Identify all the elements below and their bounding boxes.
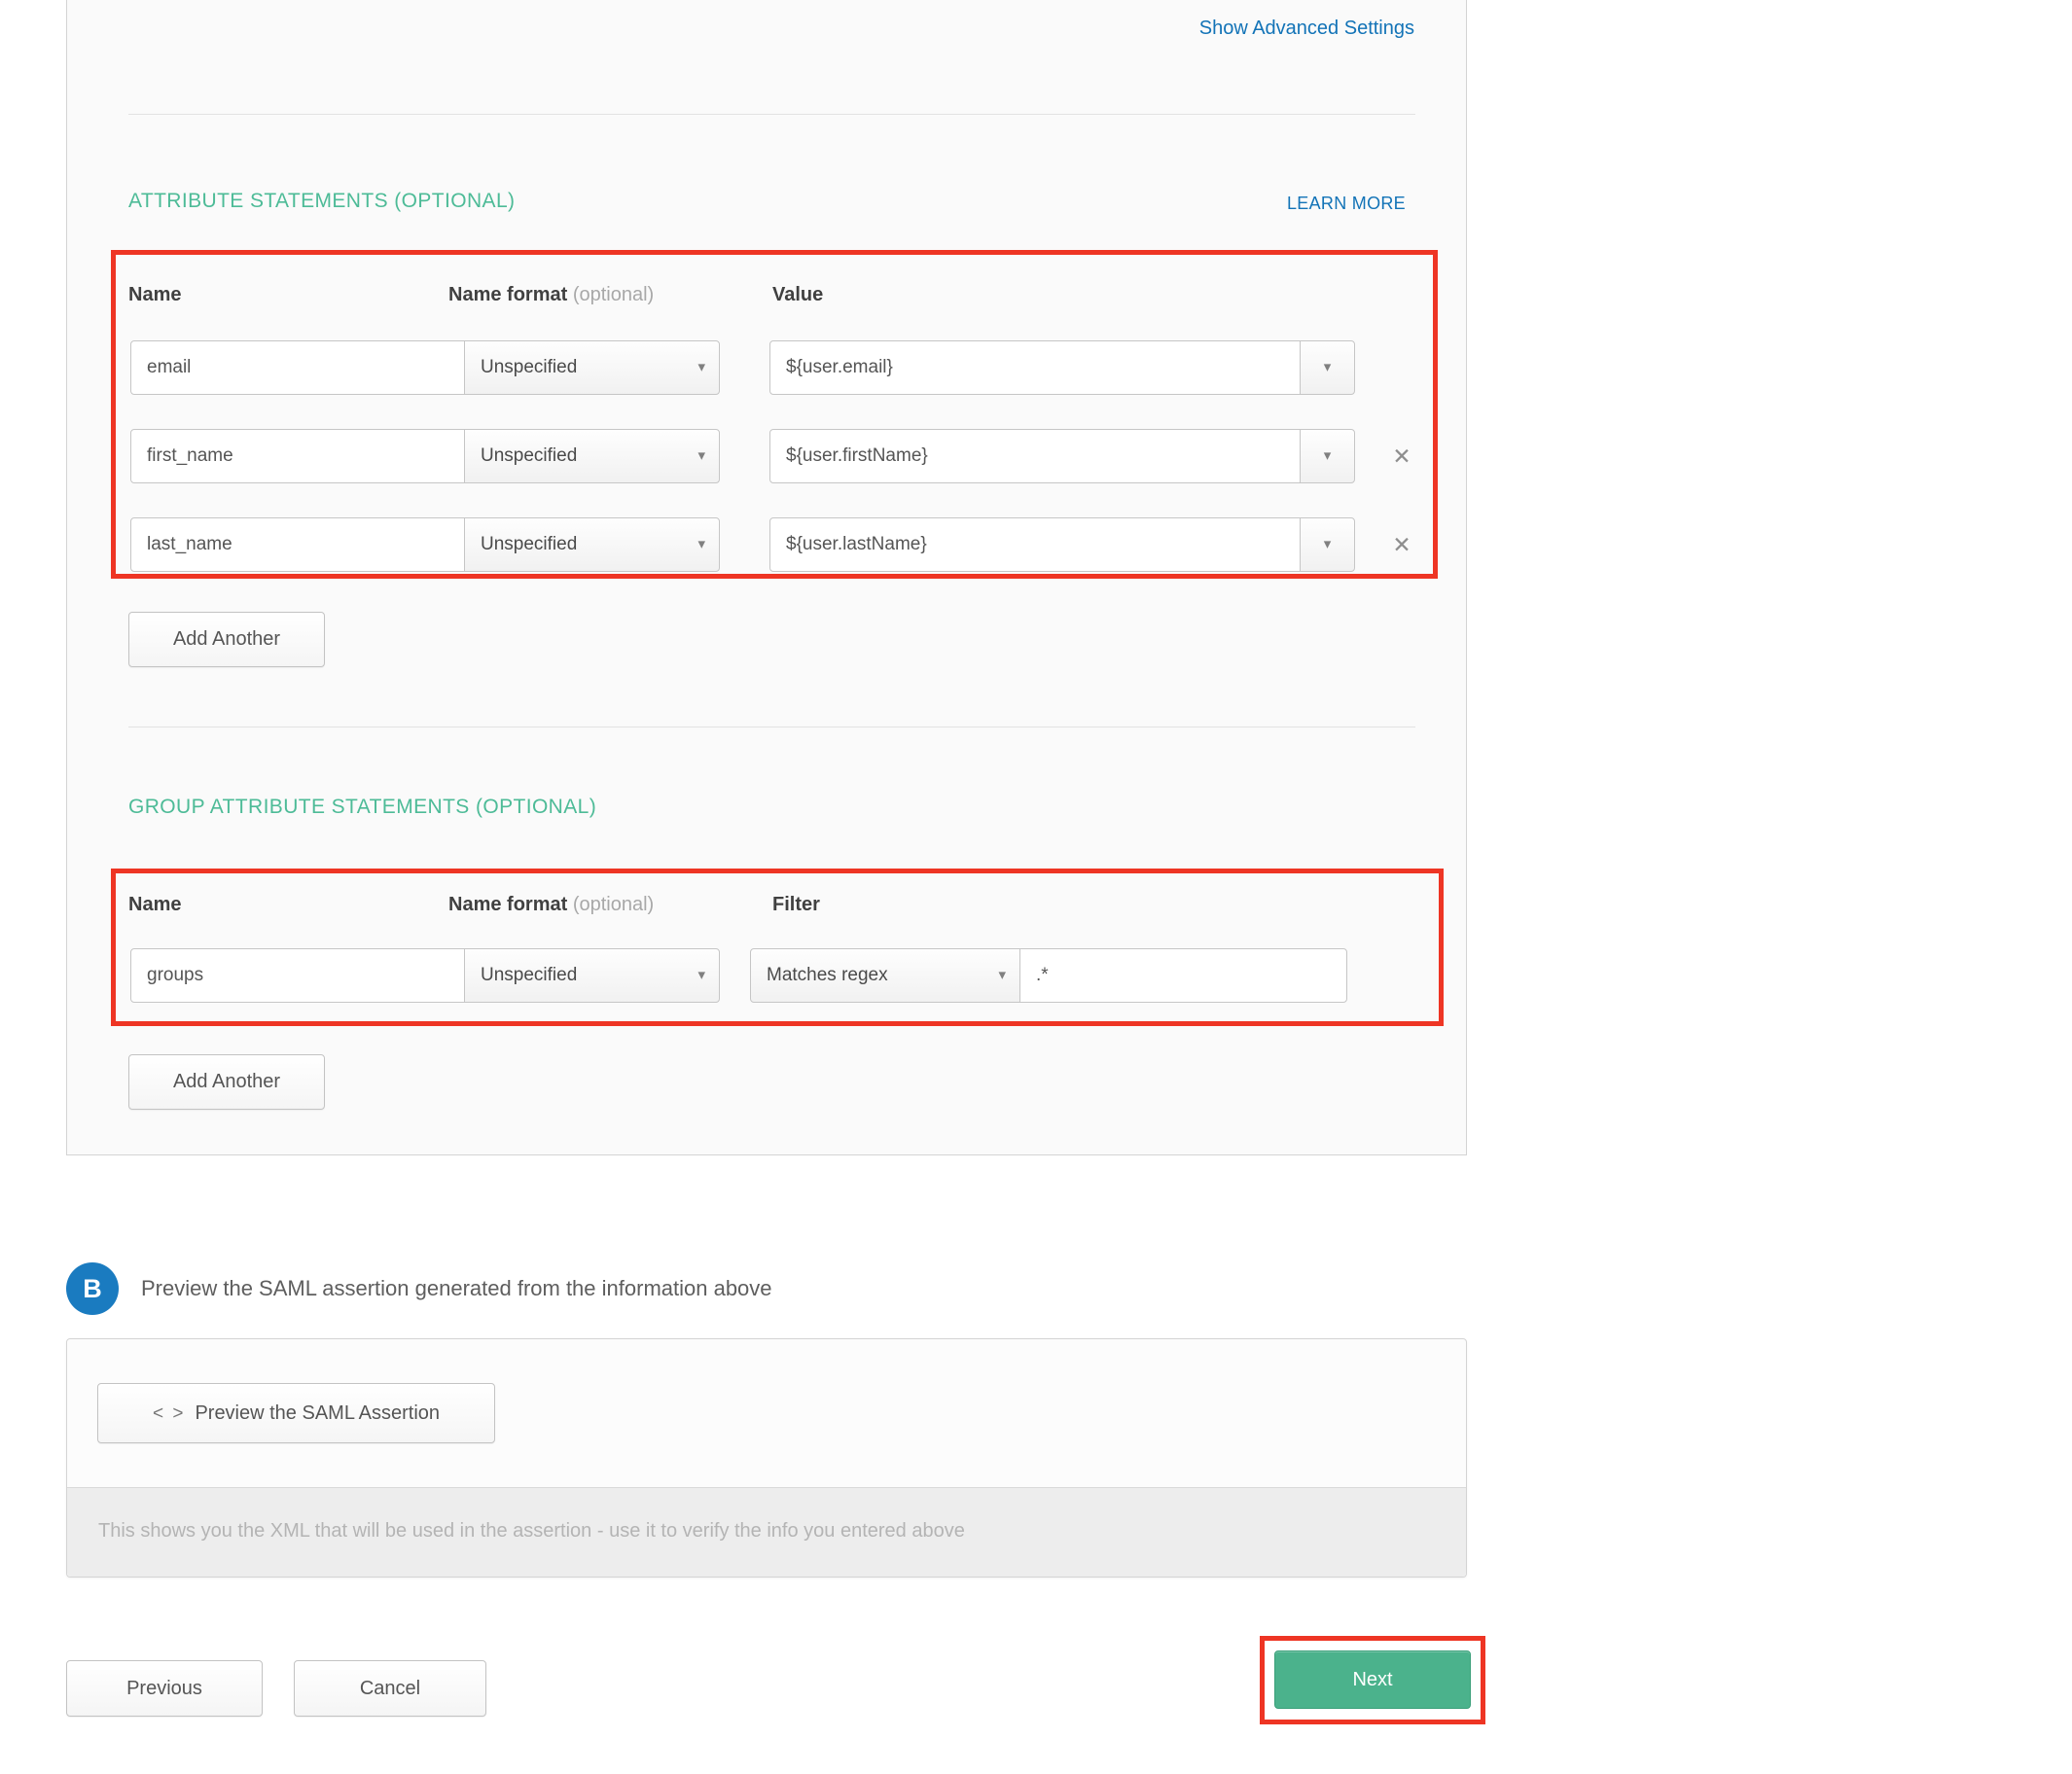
- attribute-value-input[interactable]: [769, 340, 1301, 395]
- name-format-select[interactable]: Unspecified ▾: [464, 340, 720, 395]
- chevron-down-icon: ▾: [697, 518, 705, 571]
- attribute-name-input[interactable]: [130, 340, 465, 395]
- name-format-selected-value: Unspecified: [481, 357, 577, 377]
- chevron-down-icon: ▾: [697, 949, 705, 1002]
- preview-saml-assertion-button[interactable]: < > Preview the SAML Assertion: [97, 1383, 495, 1443]
- preview-panel: < > Preview the SAML Assertion This shows…: [66, 1338, 1467, 1578]
- value-dropdown-button[interactable]: ▾: [1300, 340, 1355, 395]
- attribute-name-input[interactable]: [130, 429, 465, 483]
- annotation-box-next-button: Next: [1260, 1636, 1485, 1724]
- chevron-down-icon: ▾: [1324, 536, 1332, 552]
- code-brackets-icon: < >: [153, 1403, 185, 1424]
- attribute-value-input[interactable]: [769, 517, 1301, 572]
- step-b-badge: B: [66, 1262, 119, 1315]
- remove-row-button[interactable]: ✕: [1380, 517, 1423, 572]
- column-header-optional-note: (optional): [573, 894, 654, 915]
- name-format-select[interactable]: Unspecified ▾: [464, 948, 720, 1003]
- add-another-button[interactable]: Add Another: [128, 612, 325, 667]
- column-header-filter: Filter: [772, 894, 820, 916]
- annotation-box-group-attribute-statements: Name Name format (optional) Filter Unspe…: [111, 869, 1444, 1026]
- value-dropdown-button[interactable]: ▾: [1300, 429, 1355, 483]
- chevron-down-icon: ▾: [1324, 447, 1332, 464]
- next-button[interactable]: Next: [1274, 1650, 1471, 1709]
- group-name-input[interactable]: [130, 948, 465, 1003]
- show-advanced-settings-link[interactable]: Show Advanced Settings: [1199, 18, 1414, 40]
- filter-value-input[interactable]: [1019, 948, 1347, 1003]
- column-header-name: Name: [128, 284, 181, 306]
- value-dropdown-button[interactable]: ▾: [1300, 517, 1355, 572]
- learn-more-link[interactable]: LEARN MORE: [1287, 194, 1406, 214]
- name-format-selected-value: Unspecified: [481, 965, 577, 985]
- column-header-name-format: Name format (optional): [448, 894, 654, 916]
- saml-settings-panel: Show Advanced Settings ATTRIBUTE STATEME…: [66, 0, 1467, 1155]
- chevron-down-icon: ▾: [1324, 359, 1332, 375]
- chevron-down-icon: ▾: [697, 341, 705, 394]
- chevron-down-icon: ▾: [697, 430, 705, 482]
- preview-description: This shows you the XML that will be used…: [98, 1520, 965, 1543]
- name-format-selected-value: Unspecified: [481, 445, 577, 466]
- previous-button[interactable]: Previous: [66, 1660, 263, 1717]
- remove-row-button[interactable]: ✕: [1380, 429, 1423, 483]
- attribute-statements-title: ATTRIBUTE STATEMENTS (OPTIONAL): [128, 190, 515, 213]
- name-format-selected-value: Unspecified: [481, 534, 577, 554]
- divider: [128, 114, 1415, 115]
- filter-type-select[interactable]: Matches regex ▾: [750, 948, 1020, 1003]
- preview-saml-assertion-label: Preview the SAML Assertion: [195, 1402, 440, 1424]
- add-another-button[interactable]: Add Another: [128, 1054, 325, 1110]
- column-header-name-format-label: Name format: [448, 894, 567, 915]
- group-attribute-statements-title: GROUP ATTRIBUTE STATEMENTS (OPTIONAL): [128, 796, 596, 819]
- attribute-value-input[interactable]: [769, 429, 1301, 483]
- name-format-select[interactable]: Unspecified ▾: [464, 517, 720, 572]
- column-header-value: Value: [772, 284, 823, 306]
- preview-footer: This shows you the XML that will be used…: [67, 1487, 1466, 1577]
- saml-settings-page: Show Advanced Settings ATTRIBUTE STATEME…: [0, 0, 2072, 1774]
- cancel-button[interactable]: Cancel: [294, 1660, 486, 1717]
- annotation-box-attribute-statements: Name Name format (optional) Value Unspec…: [111, 250, 1438, 579]
- filter-type-selected-value: Matches regex: [767, 965, 888, 985]
- column-header-name-format-label: Name format: [448, 284, 567, 305]
- column-header-optional-note: (optional): [573, 284, 654, 305]
- chevron-down-icon: ▾: [998, 949, 1006, 1002]
- column-header-name-format: Name format (optional): [448, 284, 654, 306]
- step-b-heading: Preview the SAML assertion generated fro…: [141, 1276, 772, 1301]
- column-header-name: Name: [128, 894, 181, 916]
- name-format-select[interactable]: Unspecified ▾: [464, 429, 720, 483]
- attribute-name-input[interactable]: [130, 517, 465, 572]
